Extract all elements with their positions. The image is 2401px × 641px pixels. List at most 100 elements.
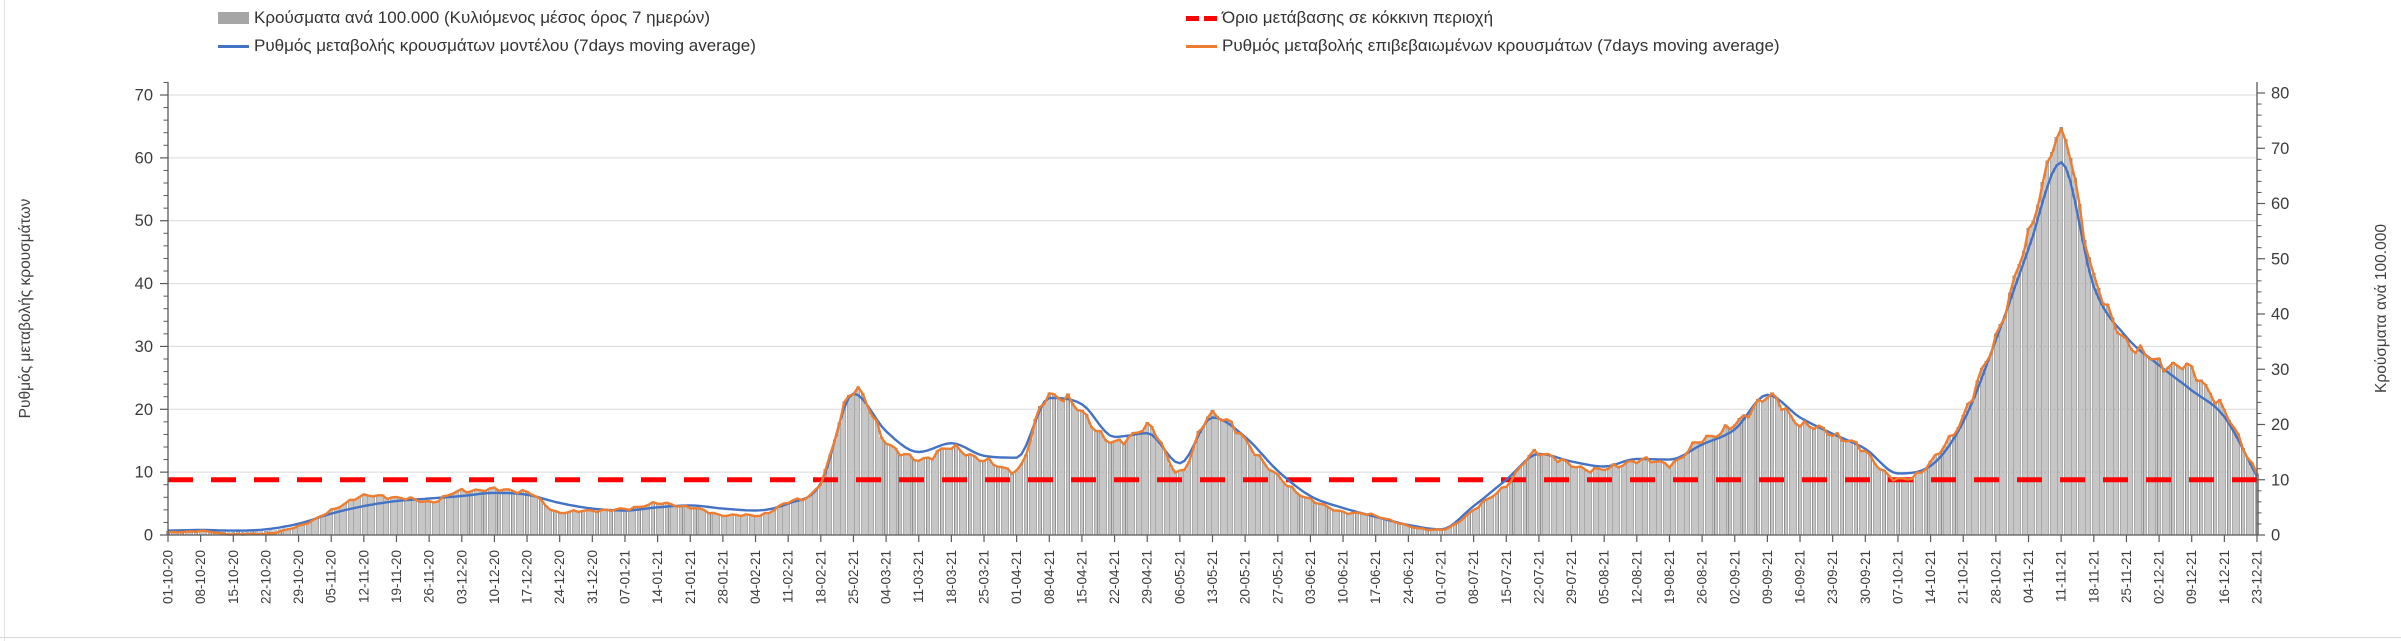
svg-text:60: 60 bbox=[135, 149, 153, 167]
svg-text:21-10-21: 21-10-21 bbox=[1956, 550, 1971, 604]
svg-text:24-12-20: 24-12-20 bbox=[552, 550, 567, 604]
svg-text:04-02-21: 04-02-21 bbox=[748, 550, 763, 604]
legend-item-confirmed-rate: Ρυθμός μεταβολής επιβεβαιωμένων κρουσμάτ… bbox=[1186, 35, 1780, 57]
y-axis-left-title: Ρυθμός μεταβολής κρουσμάτων bbox=[17, 198, 34, 418]
legend-label: Κρούσματα ανά 100.000 (Κυλιόμενος μέσος … bbox=[254, 8, 710, 28]
svg-text:18-11-21: 18-11-21 bbox=[2086, 550, 2101, 603]
svg-text:08-10-20: 08-10-20 bbox=[193, 550, 208, 604]
svg-text:12-11-20: 12-11-20 bbox=[356, 550, 371, 603]
svg-text:17-12-20: 17-12-20 bbox=[520, 550, 535, 604]
svg-text:25-02-21: 25-02-21 bbox=[846, 550, 861, 604]
svg-text:19-08-21: 19-08-21 bbox=[1662, 550, 1677, 604]
svg-text:03-06-21: 03-06-21 bbox=[1303, 550, 1318, 604]
y-axis-right-title: Κρούσματα ανά 100.000 bbox=[2373, 224, 2390, 393]
legend-item-model-rate: Ρυθμός μεταβολής κρουσμάτων μοντέλου (7d… bbox=[218, 35, 756, 57]
legend-item-red-zone-threshold: Όριο μετάβασης σε κόκκινη περιοχή bbox=[1186, 7, 1493, 29]
svg-text:01-10-20: 01-10-20 bbox=[161, 550, 176, 604]
svg-text:01-04-21: 01-04-21 bbox=[1009, 550, 1024, 604]
svg-text:15-07-21: 15-07-21 bbox=[1499, 550, 1514, 604]
chart-figure: Κρούσματα ανά 100.000 (Κυλιόμενος μέσος … bbox=[0, 0, 2401, 641]
svg-text:50: 50 bbox=[135, 212, 153, 230]
svg-text:01-07-21: 01-07-21 bbox=[1434, 550, 1449, 604]
bars-series bbox=[166, 128, 2258, 536]
figure-left-border bbox=[4, 0, 5, 641]
svg-text:05-08-21: 05-08-21 bbox=[1597, 550, 1612, 604]
svg-text:28-01-21: 28-01-21 bbox=[715, 550, 730, 604]
svg-text:09-12-21: 09-12-21 bbox=[2184, 550, 2199, 604]
svg-text:04-03-21: 04-03-21 bbox=[879, 550, 894, 604]
svg-text:11-03-21: 11-03-21 bbox=[911, 550, 926, 603]
svg-text:31-12-20: 31-12-20 bbox=[585, 550, 600, 604]
svg-text:28-10-21: 28-10-21 bbox=[1988, 550, 2003, 604]
svg-text:29-04-21: 29-04-21 bbox=[1140, 550, 1155, 604]
svg-text:22-07-21: 22-07-21 bbox=[1531, 550, 1546, 604]
svg-text:19-11-20: 19-11-20 bbox=[389, 550, 404, 603]
orange-line-swatch bbox=[1186, 45, 1217, 48]
svg-text:22-10-20: 22-10-20 bbox=[258, 550, 273, 604]
svg-text:60: 60 bbox=[2271, 195, 2289, 213]
svg-text:17-06-21: 17-06-21 bbox=[1368, 550, 1383, 604]
svg-text:20-05-21: 20-05-21 bbox=[1238, 550, 1253, 604]
svg-text:14-01-21: 14-01-21 bbox=[650, 550, 665, 604]
svg-text:40: 40 bbox=[2271, 306, 2289, 324]
svg-text:10-12-20: 10-12-20 bbox=[487, 550, 502, 604]
svg-text:16-12-21: 16-12-21 bbox=[2217, 550, 2232, 604]
svg-text:26-08-21: 26-08-21 bbox=[1695, 550, 1710, 604]
svg-text:29-10-20: 29-10-20 bbox=[291, 550, 306, 604]
svg-text:08-07-21: 08-07-21 bbox=[1466, 550, 1481, 604]
svg-text:04-11-21: 04-11-21 bbox=[2021, 550, 2036, 603]
y-axis-left-labels: 010203040506070 bbox=[135, 87, 153, 545]
y-axis-right-labels: 0 10 20 30 40 50 60 70 80 bbox=[2271, 85, 2289, 545]
svg-text:40: 40 bbox=[135, 275, 153, 293]
legend-label: Ρυθμός μεταβολής κρουσμάτων μοντέλου (7d… bbox=[254, 36, 756, 56]
svg-text:24-06-21: 24-06-21 bbox=[1401, 550, 1416, 604]
svg-text:70: 70 bbox=[135, 87, 153, 105]
legend-item-cases-per-100k: Κρούσματα ανά 100.000 (Κυλιόμενος μέσος … bbox=[218, 7, 710, 29]
svg-text:0: 0 bbox=[2271, 527, 2280, 545]
svg-text:16-09-21: 16-09-21 bbox=[1793, 550, 1808, 604]
svg-text:26-11-20: 26-11-20 bbox=[422, 550, 437, 603]
svg-text:06-05-21: 06-05-21 bbox=[1172, 550, 1187, 604]
svg-text:50: 50 bbox=[2271, 250, 2289, 268]
svg-text:11-02-21: 11-02-21 bbox=[781, 550, 796, 603]
svg-text:03-12-20: 03-12-20 bbox=[454, 550, 469, 604]
legend-label: Ρυθμός μεταβολής επιβεβαιωμένων κρουσμάτ… bbox=[1222, 36, 1780, 56]
svg-text:14-10-21: 14-10-21 bbox=[1923, 550, 1938, 604]
svg-text:27-05-21: 27-05-21 bbox=[1270, 550, 1285, 604]
chart-canvas: 0 10 20 30 40 50 60 70 0 10 20 30 40 50 60 70 80 01-10-… bbox=[0, 0, 2401, 641]
x-axis-date-labels: 01-10-20 08-10-20 15-10-20 22-10-20 29-10-20… bbox=[161, 550, 2265, 604]
svg-text:02-12-21: 02-12-21 bbox=[2152, 550, 2167, 604]
svg-text:10-06-21: 10-06-21 bbox=[1336, 550, 1351, 604]
svg-text:11-11-21: 11-11-21 bbox=[2054, 550, 2069, 602]
svg-text:05-11-20: 05-11-20 bbox=[324, 550, 339, 603]
svg-text:29-07-21: 29-07-21 bbox=[1564, 550, 1579, 604]
svg-text:10: 10 bbox=[2271, 471, 2289, 489]
legend-label: Όριο μετάβασης σε κόκκινη περιοχή bbox=[1222, 8, 1493, 28]
svg-text:25-03-21: 25-03-21 bbox=[977, 550, 992, 604]
svg-text:30: 30 bbox=[135, 338, 153, 356]
svg-text:15-04-21: 15-04-21 bbox=[1074, 550, 1089, 604]
svg-text:18-03-21: 18-03-21 bbox=[944, 550, 959, 604]
svg-text:15-10-20: 15-10-20 bbox=[226, 550, 241, 604]
svg-text:0: 0 bbox=[144, 527, 153, 545]
svg-text:20: 20 bbox=[2271, 416, 2289, 434]
svg-text:22-04-21: 22-04-21 bbox=[1107, 550, 1122, 604]
svg-text:07-10-21: 07-10-21 bbox=[1891, 550, 1906, 604]
svg-text:18-02-21: 18-02-21 bbox=[813, 550, 828, 604]
svg-text:08-04-21: 08-04-21 bbox=[1042, 550, 1057, 604]
svg-text:21-01-21: 21-01-21 bbox=[683, 550, 698, 604]
svg-text:20: 20 bbox=[135, 401, 153, 419]
svg-text:25-11-21: 25-11-21 bbox=[2119, 550, 2134, 603]
svg-text:07-01-21: 07-01-21 bbox=[618, 550, 633, 604]
svg-text:30: 30 bbox=[2271, 361, 2289, 379]
svg-text:80: 80 bbox=[2271, 85, 2289, 103]
svg-text:70: 70 bbox=[2271, 140, 2289, 158]
svg-text:09-09-21: 09-09-21 bbox=[1760, 550, 1775, 604]
figure-bottom-border bbox=[0, 637, 2401, 638]
svg-text:02-09-21: 02-09-21 bbox=[1727, 550, 1742, 604]
svg-text:13-05-21: 13-05-21 bbox=[1205, 550, 1220, 604]
svg-text:23-12-21: 23-12-21 bbox=[2250, 550, 2265, 604]
gray-bar-swatch bbox=[218, 12, 249, 24]
blue-line-swatch bbox=[218, 45, 249, 48]
svg-text:23-09-21: 23-09-21 bbox=[1825, 550, 1840, 604]
